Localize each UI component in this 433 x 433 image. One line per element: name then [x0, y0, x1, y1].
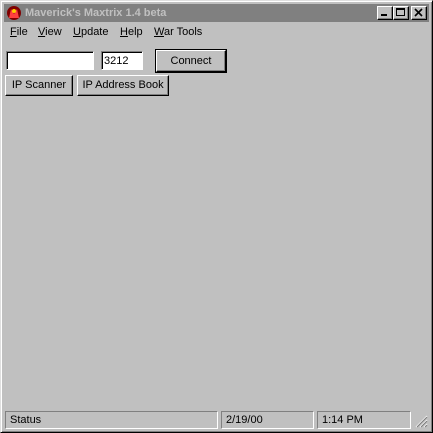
status-text: Status [5, 411, 218, 429]
close-button[interactable] [411, 6, 427, 20]
menu-help-label: elp [127, 26, 143, 38]
minimize-button[interactable] [377, 6, 393, 20]
title-bar[interactable]: Maverick's Maxtrix 1.4 beta [4, 4, 429, 22]
ip-scanner-button[interactable]: IP Scanner [5, 75, 73, 96]
menu-help[interactable]: Help [120, 26, 143, 38]
menu-update[interactable]: Update [73, 26, 108, 38]
menu-file[interactable]: File [10, 26, 28, 38]
maximize-button[interactable] [393, 6, 409, 20]
menu-war-tools[interactable]: War Tools [154, 26, 202, 38]
menu-update-label: pdate [80, 26, 109, 38]
menu-file-accel: F [10, 26, 17, 38]
connect-button[interactable]: Connect [155, 49, 227, 73]
ip-address-book-button[interactable]: IP Address Book [77, 75, 169, 96]
menu-file-label: ile [16, 26, 28, 38]
maximize-icon [396, 8, 405, 16]
menu-help-accel: H [120, 26, 128, 38]
app-window: Maverick's Maxtrix 1.4 beta File View Up… [0, 0, 433, 433]
resize-grip-icon[interactable] [415, 415, 428, 428]
port-input[interactable] [101, 51, 143, 70]
window-title: Maverick's Maxtrix 1.4 beta [25, 7, 167, 19]
menu-war-tools-accel: W [154, 26, 164, 38]
menu-update-accel: U [73, 26, 81, 38]
minimize-icon [381, 14, 387, 16]
host-input[interactable] [6, 51, 94, 70]
close-icon [414, 8, 423, 17]
menu-war-tools-label: ar Tools [163, 26, 203, 38]
app-logo-icon[interactable] [6, 5, 22, 21]
status-bar: Status 2/19/00 1:14 PM [4, 411, 429, 430]
menu-view-label: iew [45, 26, 62, 38]
status-time: 1:14 PM [317, 411, 411, 429]
menu-bar: File View Update Help War Tools [4, 23, 429, 42]
status-date: 2/19/00 [221, 411, 314, 429]
menu-view[interactable]: View [38, 26, 62, 38]
